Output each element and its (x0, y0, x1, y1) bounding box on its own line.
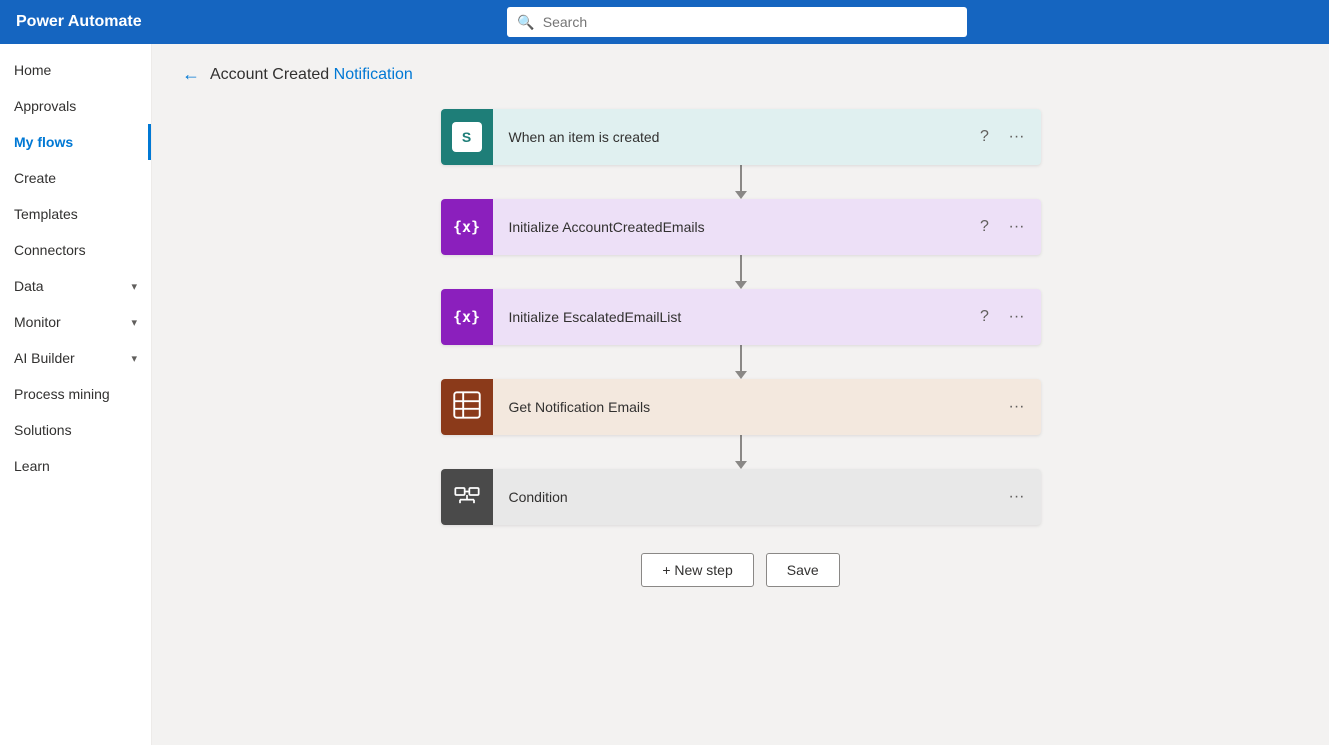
chevron-down-icon: ▾ (131, 352, 137, 365)
sidebar-item-label: Learn (14, 458, 50, 474)
connector-arrow (735, 281, 747, 289)
step-icon-sharepoint: S (441, 109, 493, 165)
breadcrumb-highlight: Notification (334, 66, 413, 83)
breadcrumb: ← Account Created Notification (182, 64, 1299, 85)
connector-line (740, 255, 742, 281)
sidebar: Home Approvals My flows Create Templates… (0, 44, 152, 745)
bottom-actions: + New step Save (641, 553, 839, 587)
more-options-icon[interactable]: ··· (1005, 305, 1029, 329)
step-icon-variable: {x} (441, 199, 493, 255)
chevron-down-icon: ▾ (131, 280, 137, 293)
search-icon: 🔍 (517, 14, 534, 31)
sidebar-item-connectors[interactable]: Connectors (0, 232, 151, 268)
connector-1 (735, 165, 747, 199)
step-label-condition: Condition (493, 489, 1005, 505)
step-label-get-emails: Get Notification Emails (493, 399, 1005, 415)
connector-2 (735, 255, 747, 289)
sidebar-item-label: My flows (14, 134, 73, 150)
step-actions-init2: ? ··· (973, 305, 1041, 329)
app-title: Power Automate (16, 13, 142, 31)
search-input[interactable] (543, 14, 958, 30)
connector-arrow (735, 191, 747, 199)
step-actions-condition: ··· (1005, 485, 1041, 509)
sidebar-item-label: Create (14, 170, 56, 186)
step-condition[interactable]: Condition ··· (441, 469, 1041, 525)
step-actions-trigger: ? ··· (973, 125, 1041, 149)
sidebar-item-templates[interactable]: Templates (0, 196, 151, 232)
connector-arrow (735, 371, 747, 379)
step-icon-variable2: {x} (441, 289, 493, 345)
sidebar-item-label: Home (14, 62, 51, 78)
topbar: Power Automate 🔍 (0, 0, 1329, 44)
sidebar-item-solutions[interactable]: Solutions (0, 412, 151, 448)
sidebar-item-label: Solutions (14, 422, 72, 438)
main-layout: Home Approvals My flows Create Templates… (0, 44, 1329, 745)
sidebar-item-monitor[interactable]: Monitor ▾ (0, 304, 151, 340)
connector-3 (735, 345, 747, 379)
sidebar-item-label: Connectors (14, 242, 86, 258)
save-button[interactable]: Save (766, 553, 840, 587)
step-init2[interactable]: {x} Initialize EscalatedEmailList ? ··· (441, 289, 1041, 345)
connector-4 (735, 435, 747, 469)
content-area: ← Account Created Notification S When an… (152, 44, 1329, 745)
connector-line (740, 165, 742, 191)
step-actions-init1: ? ··· (973, 215, 1041, 239)
sidebar-item-data[interactable]: Data ▾ (0, 268, 151, 304)
sidebar-item-label: Approvals (14, 98, 76, 114)
back-button[interactable]: ← (182, 64, 200, 85)
help-icon[interactable]: ? (973, 125, 997, 149)
sidebar-item-my-flows[interactable]: My flows (0, 124, 151, 160)
more-options-icon[interactable]: ··· (1005, 215, 1029, 239)
sidebar-item-approvals[interactable]: Approvals (0, 88, 151, 124)
step-label-init2: Initialize EscalatedEmailList (493, 309, 973, 325)
sidebar-item-ai-builder[interactable]: AI Builder ▾ (0, 340, 151, 376)
sidebar-item-label: Process mining (14, 386, 110, 402)
condition-icon (453, 481, 481, 513)
variable-icon: {x} (453, 308, 480, 326)
sidebar-item-learn[interactable]: Learn (0, 448, 151, 484)
table-icon (453, 391, 481, 423)
sidebar-item-label: Data (14, 278, 44, 294)
step-get-emails[interactable]: Get Notification Emails ··· (441, 379, 1041, 435)
flow-canvas: S When an item is created ? ··· {x} Init… (182, 109, 1299, 587)
breadcrumb-text: Account Created Notification (210, 66, 413, 84)
more-options-icon[interactable]: ··· (1005, 485, 1029, 509)
step-trigger[interactable]: S When an item is created ? ··· (441, 109, 1041, 165)
connector-arrow (735, 461, 747, 469)
sidebar-item-create[interactable]: Create (0, 160, 151, 196)
variable-icon: {x} (453, 218, 480, 236)
connector-line (740, 435, 742, 461)
more-options-icon[interactable]: ··· (1005, 395, 1029, 419)
step-icon-table (441, 379, 493, 435)
sidebar-item-label: AI Builder (14, 350, 75, 366)
sidebar-item-label: Monitor (14, 314, 61, 330)
connector-line (740, 345, 742, 371)
more-options-icon[interactable]: ··· (1005, 125, 1029, 149)
step-label-init1: Initialize AccountCreatedEmails (493, 219, 973, 235)
step-icon-condition (441, 469, 493, 525)
sidebar-item-home[interactable]: Home (0, 52, 151, 88)
sharepoint-icon: S (452, 122, 482, 152)
search-bar[interactable]: 🔍 (507, 7, 967, 37)
new-step-button[interactable]: + New step (641, 553, 753, 587)
help-icon[interactable]: ? (973, 305, 997, 329)
sidebar-item-label: Templates (14, 206, 78, 222)
step-init1[interactable]: {x} Initialize AccountCreatedEmails ? ··… (441, 199, 1041, 255)
step-label-trigger: When an item is created (493, 129, 973, 145)
help-icon[interactable]: ? (973, 215, 997, 239)
step-actions-get-emails: ··· (1005, 395, 1041, 419)
chevron-down-icon: ▾ (131, 316, 137, 329)
breadcrumb-plain: Account Created (210, 66, 329, 83)
sidebar-item-process-mining[interactable]: Process mining (0, 376, 151, 412)
